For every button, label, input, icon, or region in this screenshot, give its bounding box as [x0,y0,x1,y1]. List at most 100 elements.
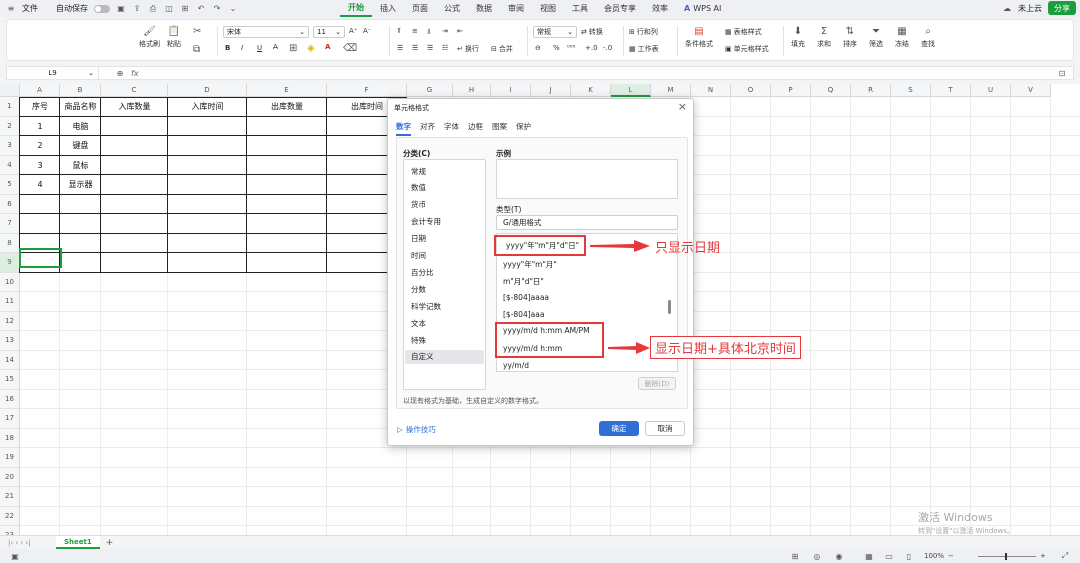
zoom-in-button[interactable]: + [1040,552,1046,560]
row-header-12[interactable]: 12 [0,311,20,331]
column-header-o[interactable]: O [731,84,771,97]
tab-tools[interactable]: 工具 [564,0,596,17]
table-cell[interactable]: 显示器 [60,175,101,195]
tab-review[interactable]: 审阅 [500,0,532,17]
menu-icon[interactable]: ≡ [6,4,16,14]
undo-icon[interactable]: ↶ [196,4,206,14]
ok-button[interactable]: 确定 [599,421,639,436]
sort-button[interactable]: ⇅ 排序 [843,26,857,49]
clear-format-button[interactable]: ⌫ [343,43,357,54]
format-item[interactable]: m"月"d"日" [503,276,544,287]
tab-efficiency[interactable]: 效率 [644,0,676,17]
copy-button[interactable]: ⧉ [193,44,200,55]
cancel-button[interactable]: 取消 [645,421,685,436]
italic-button[interactable]: I [241,44,243,52]
file-menu[interactable]: 文件 [22,3,38,14]
zoom-icon[interactable]: ⊕ [115,68,125,78]
column-header-l[interactable]: L [611,84,651,97]
align-right-button[interactable]: ☰ [427,44,433,52]
row-header-3[interactable]: 3 [0,136,20,156]
filter-button[interactable]: ⏷ 筛选 [869,26,883,49]
row-header-21[interactable]: 21 [0,487,20,507]
table-cell[interactable]: 电脑 [60,117,101,137]
column-header-t[interactable]: T [931,84,971,97]
tab-protection[interactable]: 保护 [516,121,531,136]
sheet-nav-icons[interactable]: |‹ ‹ › ›| [8,539,31,547]
normal-view-icon[interactable]: ▦ [864,551,874,561]
cut-button[interactable]: ✂ [193,26,201,37]
row-header-4[interactable]: 4 [0,155,20,175]
column-header-n[interactable]: N [691,84,731,97]
table-cell[interactable]: 4 [20,175,60,195]
table-header-cell[interactable]: 入库数量 [101,97,168,117]
row-header-11[interactable]: 11 [0,292,20,312]
tips-link[interactable]: ▷ 操作技巧 [397,424,436,435]
page-layout-icon[interactable]: ▭ [884,551,894,561]
row-header-17[interactable]: 17 [0,409,20,429]
export-icon[interactable]: ⇪ [132,4,142,14]
table-cell[interactable]: 鼠标 [60,156,101,176]
format-item[interactable]: yy/m/d [503,361,529,370]
row-header-13[interactable]: 13 [0,331,20,351]
worksheet-button[interactable]: ▦ 工作表 [629,44,659,54]
row-header-1[interactable]: 1 [0,97,20,117]
delete-button[interactable]: 删除(D) [638,377,676,390]
category-item[interactable]: 常规 [405,164,484,178]
zoom-out-button[interactable]: − [948,552,954,560]
row-header-10[interactable]: 10 [0,272,20,292]
category-item[interactable]: 科学记数 [405,299,484,313]
currency-button[interactable]: ⊖ [535,44,541,52]
tab-alignment[interactable]: 对齐 [420,121,435,136]
percent-button[interactable]: % [553,44,560,52]
row-header-22[interactable]: 22 [0,506,20,526]
column-header-d[interactable]: D [168,84,247,97]
scrollbar-thumb[interactable] [668,300,671,314]
formula-input[interactable] [139,67,1057,79]
row-header-20[interactable]: 20 [0,467,20,487]
type-input[interactable]: G/通用格式 [496,215,678,230]
format-item[interactable]: [$-804]aaa [503,310,544,319]
row-header-9[interactable]: 9 [0,253,20,273]
fill-color-button[interactable]: ◈ [307,43,315,54]
tab-number[interactable]: 数字 [396,121,411,136]
column-header-p[interactable]: P [771,84,811,97]
save-icon[interactable]: ▣ [116,4,126,14]
row-header-19[interactable]: 19 [0,448,20,468]
sheet-tab[interactable]: Sheet1 [56,536,100,549]
sum-button[interactable]: Σ 求和 [817,26,831,49]
column-header-m[interactable]: M [651,84,691,97]
table-style-button[interactable]: ▦ 表格样式 [725,27,762,37]
column-header-u[interactable]: U [971,84,1011,97]
row-header-23[interactable]: 23 [0,526,20,535]
chevron-down-icon[interactable]: ⌄ [228,4,238,14]
column-header-f[interactable]: F [327,84,407,97]
category-list[interactable]: 常规 数值 货币 会计专用 日期 时间 百分比 分数 科学记数 文本 特殊 自定义 [403,159,486,390]
name-box[interactable]: L9 ⌄ [7,67,99,79]
column-header-j[interactable]: J [531,84,571,97]
font-shrink-button[interactable]: A⁻ [363,27,371,35]
table-cell[interactable]: 键盘 [60,136,101,156]
tab-data[interactable]: 数据 [468,0,500,17]
column-header-b[interactable]: B [60,84,101,97]
format-icon[interactable]: ⊞ [180,4,190,14]
table-cell[interactable]: 2 [20,136,60,156]
row-header-18[interactable]: 18 [0,428,20,448]
font-grow-button[interactable]: A⁺ [349,27,357,35]
tab-border[interactable]: 边框 [468,121,483,136]
tab-insert[interactable]: 插入 [372,0,404,17]
cloud-status[interactable]: 未上云 [1018,3,1042,14]
row-col-button[interactable]: ⊞ 行和列 [629,27,658,37]
selected-cell[interactable] [19,248,62,268]
column-header-k[interactable]: K [571,84,611,97]
category-item[interactable]: 自定义 [405,349,484,364]
align-center-button[interactable]: ☰ [412,44,418,52]
format-item[interactable]: [$-804]aaaa [503,293,549,302]
table-cell[interactable]: 3 [20,156,60,176]
select-all-corner[interactable] [0,84,20,97]
increase-decimal-button[interactable]: +.0 [585,44,598,52]
table-header-cell[interactable]: 出库数量 [247,97,327,117]
row-header-16[interactable]: 16 [0,389,20,409]
add-sheet-button[interactable]: + [106,538,114,548]
convert-button[interactable]: ⇄ 转换 [581,27,603,37]
redo-icon[interactable]: ↷ [212,4,222,14]
